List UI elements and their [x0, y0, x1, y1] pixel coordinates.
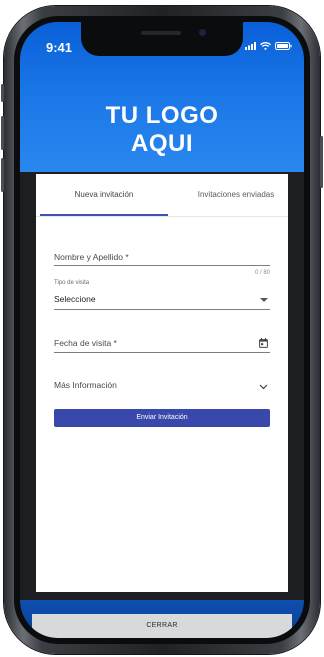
more-info-label: Más Información	[54, 380, 117, 390]
invitation-card: Nueva invitación Invitaciones enviadas N…	[36, 174, 288, 592]
phone-bezel: 9:41 TU LOGO AQUI Nueva invitación Invit…	[14, 16, 310, 644]
earpiece-speaker	[141, 31, 181, 35]
mute-switch	[1, 84, 4, 102]
status-icons	[245, 42, 292, 50]
app-logo: TU LOGO AQUI	[20, 102, 304, 158]
signal-icon	[245, 42, 256, 50]
visit-date-field[interactable]: Fecha de visita *	[54, 336, 270, 358]
tab-invitaciones-enviadas[interactable]: Invitaciones enviadas	[172, 174, 300, 216]
visit-date-underline	[54, 352, 270, 353]
visit-type-underline	[54, 309, 270, 310]
dropdown-caret-icon	[260, 298, 268, 302]
name-field-underline	[54, 265, 270, 266]
phone-notch	[81, 22, 243, 56]
send-invitation-button[interactable]: Enviar Invitación	[54, 409, 270, 427]
chevron-down-icon	[259, 384, 268, 390]
visit-type-value: Seleccione	[54, 294, 96, 304]
more-info-expander[interactable]: Más Información	[54, 378, 270, 394]
visit-type-select[interactable]: Tipo de visita Seleccione	[54, 280, 270, 312]
app-footer: CERRAR	[20, 600, 304, 638]
name-field-label: Nombre y Apellido *	[54, 252, 129, 262]
tab-nueva-invitacion[interactable]: Nueva invitación	[40, 174, 168, 216]
calendar-icon[interactable]	[259, 338, 268, 348]
volume-down-button	[1, 158, 4, 192]
status-time: 9:41	[46, 40, 73, 55]
phone-frame: 9:41 TU LOGO AQUI Nueva invitación Invit…	[1, 6, 323, 654]
tab-bar: Nueva invitación Invitaciones enviadas	[36, 174, 288, 217]
volume-up-button	[1, 116, 4, 150]
logo-line-1: TU LOGO	[105, 102, 219, 129]
name-char-counter: 0 / 80	[254, 270, 270, 276]
battery-icon	[275, 42, 292, 50]
front-camera	[199, 29, 206, 36]
phone-screen: 9:41 TU LOGO AQUI Nueva invitación Invit…	[20, 22, 304, 638]
power-button	[320, 136, 323, 188]
active-tab-indicator	[40, 214, 168, 216]
name-field[interactable]: Nombre y Apellido * 0 / 80	[54, 248, 270, 282]
logo-line-2: AQUI	[131, 130, 193, 157]
close-button[interactable]: CERRAR	[32, 614, 292, 638]
visit-type-label: Tipo de visita	[54, 280, 90, 286]
wifi-icon	[260, 42, 271, 50]
visit-date-label: Fecha de visita *	[54, 338, 117, 348]
